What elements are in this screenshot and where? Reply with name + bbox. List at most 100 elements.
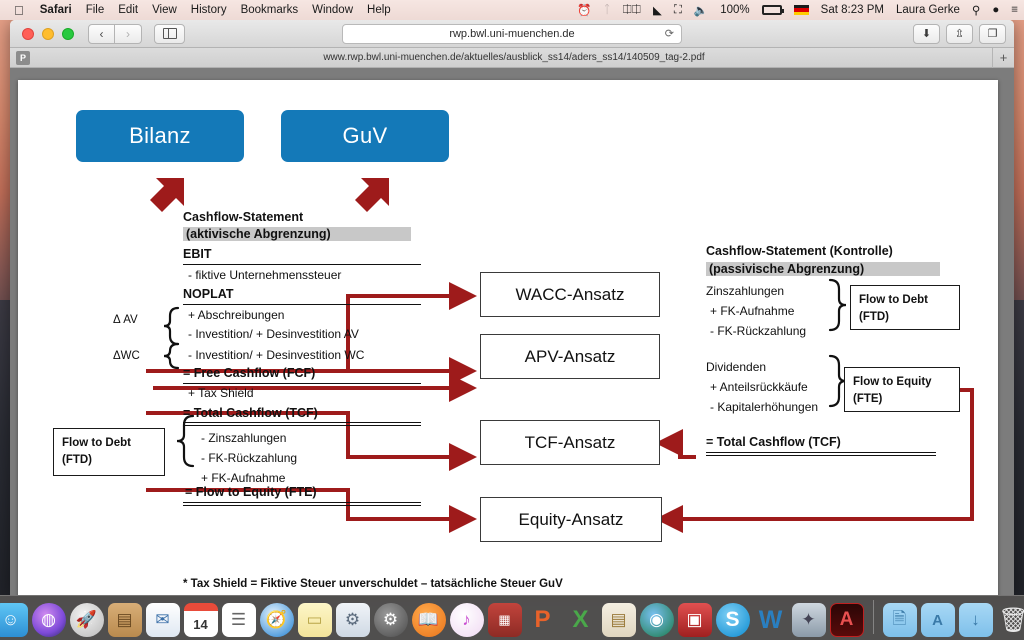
dock-folder-applications[interactable]: A <box>920 603 955 637</box>
close-window-button[interactable] <box>22 27 34 40</box>
dock-trash[interactable]: 🗑 <box>997 603 1024 637</box>
ftd-right-line1: Flow to Debt <box>859 294 928 306</box>
sidebar-toggle-button[interactable] <box>154 23 185 44</box>
back-button[interactable]: ‹ <box>88 23 115 44</box>
right-line-fk-rueckzahlung: - FK-Rückzahlung <box>710 324 807 338</box>
dock-item-finder[interactable]: ☺ <box>0 603 28 637</box>
dock-item-ibooks[interactable]: 📖 <box>411 603 446 637</box>
dock-folder-documents[interactable]: 🗎 <box>882 603 917 637</box>
divider <box>183 383 421 385</box>
show-tabs-button[interactable]: ❐ <box>979 23 1006 44</box>
user-name-label[interactable]: Laura Gerke <box>890 4 966 16</box>
dock-item-itunes[interactable]: ♪ <box>449 603 484 637</box>
tab-favicon: P <box>16 50 30 65</box>
dock-item-siri[interactable]: ◍ <box>31 603 66 637</box>
menu-item-file[interactable]: File <box>79 4 112 16</box>
photo-booth-icon: ▦ <box>498 612 511 627</box>
compass-icon: 🧭 <box>265 610 288 629</box>
mail-icon: ✉ <box>155 610 170 629</box>
app-icon: ▣ <box>686 610 703 629</box>
menu-item-window[interactable]: Window <box>305 4 360 16</box>
wacc-ansatz-box[interactable]: WACC-Ansatz <box>480 272 660 317</box>
dock-item-launchpad[interactable]: 🚀 <box>69 603 104 637</box>
applications-folder-icon: A <box>932 611 943 629</box>
music-note-icon: ♪ <box>462 610 471 629</box>
dock-item-arcgis[interactable]: ◉ <box>639 603 674 637</box>
tab-title[interactable]: www.rwp.bwl.uni-muenchen.de/aktuelles/au… <box>36 52 992 63</box>
battery-percent-label: 100% <box>720 4 750 16</box>
ftd-right-line2: (FTD) <box>859 310 890 323</box>
slide-content: Bilanz GuV Cashflow-Statement (aktivisch… <box>18 80 998 595</box>
word-icon: W <box>758 605 783 634</box>
keyboard-icon[interactable]: ⎅⎅ <box>617 4 647 17</box>
battery-icon[interactable] <box>756 5 788 15</box>
minimize-window-button[interactable] <box>42 27 54 40</box>
reload-icon[interactable]: ⟳ <box>665 27 674 40</box>
search-icon[interactable]: ⚲ <box>966 3 986 17</box>
flow-to-equity-box-right[interactable]: Flow to Equity (FTE) <box>844 367 960 412</box>
image-capture-icon: ✦ <box>801 610 816 629</box>
flow-to-debt-box-left[interactable]: Flow to Debt (FTD) <box>53 428 165 476</box>
dock-item-notes[interactable]: ▭ <box>297 603 332 637</box>
dock-item-skype[interactable]: S <box>715 603 750 637</box>
german-flag-icon[interactable] <box>788 5 815 15</box>
airplay-icon[interactable]: ⛶ <box>668 4 688 17</box>
flow-to-debt-box-right[interactable]: Flow to Debt (FTD) <box>850 285 960 330</box>
left-line-fcf: = Free Cashflow (FCF) <box>183 366 316 380</box>
apv-ansatz-box[interactable]: APV-Ansatz <box>480 334 660 379</box>
downloads-button[interactable]: ⬇ <box>913 23 940 44</box>
clock-icon[interactable]: ⏰ <box>571 3 597 17</box>
dock-item-safari[interactable]: 🧭 <box>259 603 294 637</box>
dock: ☺ ◍ 🚀 ▤ ✉ 14 ☰ 🧭 ▭ ⚙ ⚙ 📖 ♪ ▦ P X ▤ ◉ ▣ S… <box>0 595 1024 640</box>
dock-item-system-preferences[interactable]: ⚙ <box>373 603 408 637</box>
dock-folder-downloads[interactable]: ↓ <box>958 603 993 637</box>
book-icon: 📖 <box>417 610 440 629</box>
dock-item-mail[interactable]: ✉ <box>145 603 180 637</box>
left-line-noplat: NOPLAT <box>183 287 234 301</box>
left-line-tax-shield: + Tax Shield <box>188 386 254 400</box>
menu-item-view[interactable]: View <box>145 4 184 16</box>
volume-icon[interactable]: 🔈 <box>688 3 714 17</box>
dock-item-adobe-acrobat[interactable]: A <box>829 603 864 637</box>
maximize-window-button[interactable] <box>62 27 74 40</box>
menu-bar-clock[interactable]: Sat 8:23 PM <box>815 4 890 16</box>
forward-button[interactable]: › <box>115 23 142 44</box>
dock-item-numbers[interactable]: ▤ <box>601 603 636 637</box>
dock-item-system-preferences-old[interactable]: ⚙ <box>335 603 370 637</box>
fte-right-line1: Flow to Equity <box>853 376 932 388</box>
dock-item-photo-booth[interactable]: ▦ <box>487 603 522 637</box>
guv-box[interactable]: GuV <box>281 110 449 162</box>
menu-item-help[interactable]: Help <box>360 4 398 16</box>
equity-ansatz-box[interactable]: Equity-Ansatz <box>480 497 662 542</box>
dock-item-excel[interactable]: X <box>564 603 598 637</box>
calendar-icon: 14 <box>193 616 208 632</box>
dock-item-powerpoint[interactable]: P <box>526 603 560 637</box>
guv-label: GuV <box>342 123 388 148</box>
share-button[interactable]: ⇫ <box>946 23 973 44</box>
left-line-fk-rueckzahlung: - FK-Rückzahlung <box>201 451 298 465</box>
address-bar[interactable]: rwp.bwl.uni-muenchen.de ⟳ <box>342 23 682 44</box>
notification-center-icon[interactable]: ≡ <box>1005 4 1024 16</box>
tab-bar: P www.rwp.bwl.uni-muenchen.de/aktuelles/… <box>10 47 1014 68</box>
siri-icon: ◍ <box>41 610 56 629</box>
dock-item-calendar[interactable]: 14 <box>183 603 218 637</box>
bluetooth-icon[interactable]: ᛏ <box>598 4 617 16</box>
dock-item-reminders[interactable]: ☰ <box>221 603 256 637</box>
menu-item-edit[interactable]: Edit <box>111 4 145 16</box>
right-statement-subtitle: (passivische Abgrenzung) <box>706 262 940 276</box>
dock-separator <box>872 600 874 634</box>
apple-logo-icon[interactable]:  <box>0 4 33 17</box>
dock-item-app-red[interactable]: ▣ <box>677 603 712 637</box>
siri-icon[interactable]: ● <box>986 4 1005 16</box>
wifi-icon[interactable]: ◣ <box>647 3 668 17</box>
dock-item-image-capture[interactable]: ✦ <box>791 603 826 637</box>
pdf-viewer[interactable]: Bilanz GuV Cashflow-Statement (aktivisch… <box>10 68 1014 595</box>
dock-item-contacts[interactable]: ▤ <box>107 603 142 637</box>
menu-item-safari[interactable]: Safari <box>33 4 79 16</box>
dock-item-word[interactable]: W <box>754 603 788 637</box>
tcf-ansatz-box[interactable]: TCF-Ansatz <box>480 420 660 465</box>
menu-item-bookmarks[interactable]: Bookmarks <box>234 4 306 16</box>
menu-item-history[interactable]: History <box>184 4 234 16</box>
new-tab-button[interactable]: + <box>992 47 1014 68</box>
bilanz-box[interactable]: Bilanz <box>76 110 244 162</box>
